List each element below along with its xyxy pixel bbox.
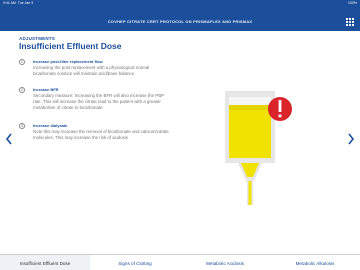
adjustment-description: Note this may increase the removal of bi… [33,129,169,140]
bag-headspace [229,97,271,106]
step-number: 1 [19,59,25,65]
tab-insufficient-effluent-dose[interactable]: Insufficient Effluent Dose [0,255,90,270]
step-number: 3 [19,123,25,129]
fluid-surface [229,105,271,110]
effluent-bag-illustration [225,91,292,205]
alert-dot [278,114,282,118]
grid-icon[interactable] [346,18,354,26]
page-title: Insufficient Effluent Dose [19,41,122,51]
tab-bar: Insufficient Effluent Dose Signs of Clot… [0,254,360,270]
step-number: 2 [19,87,25,93]
alert-mark [278,100,282,112]
tab-metabolic-alkalosis[interactable]: Metabolic Alkalosis [270,255,360,270]
adjustment-label: Increase dialysate [33,123,68,128]
app-header: COVHEP CITRATE CRRT PROTOCOL ON PRISMAFL… [0,6,360,31]
bag-fluid [229,105,271,158]
tab-metabolic-acidosis[interactable]: Metabolic Acidosis [180,255,270,270]
adjustment-label: Increase post-filter replacement flow [33,59,103,64]
adjustment-description: Increasing the post replacement with a p… [33,65,150,76]
outlet-fluid [248,181,252,205]
adjustment-description: Secondary measure: Increasing the BFR wi… [33,93,164,110]
chevron-right-icon[interactable] [347,133,355,145]
app-title: COVHEP CITRATE CRRT PROTOCOL ON PRISMAFL… [107,19,253,24]
tab-signs-of-clotting[interactable]: Signs of Clotting [90,255,180,270]
adjustment-label: Increase BFR [33,87,59,92]
chevron-left-icon[interactable] [5,133,13,145]
